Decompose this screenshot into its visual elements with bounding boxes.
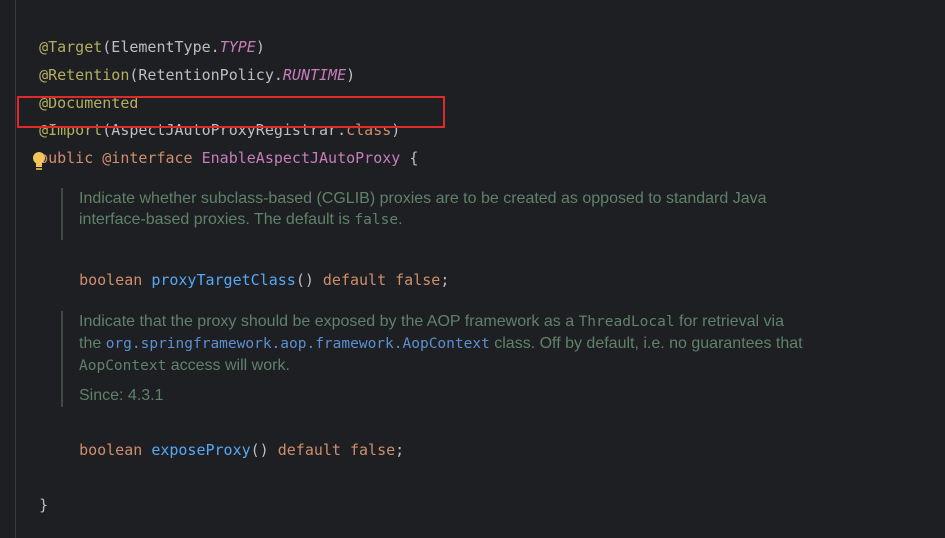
- public-keyword: public: [39, 149, 94, 167]
- method1-default-value: false: [395, 271, 441, 289]
- import-highlight-box: [17, 96, 445, 128]
- code-line-target[interactable]: @Target(ElementType.TYPE): [21, 17, 265, 56]
- lightbulb-icon[interactable]: [31, 151, 47, 173]
- method2-parens: (): [250, 441, 269, 459]
- code-line-interface-decl[interactable]: public @interface EnableAspectJAutoProxy…: [21, 128, 418, 167]
- doc2-text3: the: [79, 335, 106, 352]
- doc1-code-false: false: [354, 212, 399, 228]
- doc2-line1: Indicate that the proxy should be expose…: [79, 311, 803, 333]
- method1-return-type: boolean: [79, 271, 143, 289]
- javadoc-proxy-target-class: Indicate whether subclass-based (CGLIB) …: [61, 188, 767, 240]
- code-line-expose-proxy[interactable]: boolean exposeProxy() default false;: [61, 420, 404, 459]
- doc2-aopcontext-code: AopContext: [79, 358, 167, 374]
- doc2-text4: class. Off by default, i.e. no guarantee…: [489, 335, 803, 352]
- method2-return-type: boolean: [79, 441, 143, 459]
- method2-name: exposeProxy: [151, 441, 251, 459]
- doc1-line1: Indicate whether subclass-based (CGLIB) …: [79, 190, 767, 207]
- retention-close: ): [346, 66, 356, 84]
- doc2-since: Since: 4.3.1: [79, 385, 803, 406]
- method1-default-keyword: default: [322, 271, 387, 289]
- interface-keyword: @interface: [102, 149, 193, 167]
- method1-semicolon: ;: [440, 271, 450, 289]
- code-line-proxy-target-class[interactable]: boolean proxyTargetClass() default false…: [61, 250, 449, 289]
- doc1-text: interface-based proxies. The default is: [79, 211, 355, 228]
- doc2-text1: Indicate that the proxy should be expose…: [79, 313, 579, 330]
- doc1-period: .: [398, 211, 403, 228]
- editor-gutter-divider: [15, 0, 16, 538]
- since-label: Since:: [79, 387, 124, 404]
- doc2-text5: access will work.: [166, 357, 290, 374]
- since-value: 4.3.1: [127, 387, 164, 404]
- javadoc-expose-proxy: Indicate that the proxy should be expose…: [61, 311, 803, 407]
- doc2-text2: for retrieval via: [674, 313, 784, 330]
- code-line-close-brace[interactable]: }: [21, 475, 48, 514]
- interface-name: EnableAspectJAutoProxy: [201, 149, 401, 167]
- method1-parens: (): [295, 271, 314, 289]
- open-brace: {: [409, 149, 419, 167]
- code-line-documented[interactable]: @Documented: [21, 73, 138, 112]
- method1-name: proxyTargetClass: [151, 271, 296, 289]
- close-brace: }: [39, 496, 49, 514]
- method2-semicolon: ;: [395, 441, 405, 459]
- doc2-line3: AopContext access will work.: [79, 355, 803, 377]
- method2-default-keyword: default: [277, 441, 341, 459]
- doc1-line2: interface-based proxies. The default is …: [79, 209, 767, 231]
- code-line-retention[interactable]: @Retention(RetentionPolicy.RUNTIME): [21, 45, 355, 84]
- doc2-aopcontext-link[interactable]: org.springframework.aop.framework.AopCon…: [106, 336, 490, 352]
- retention-value: RUNTIME: [282, 66, 347, 84]
- retention-args: (RetentionPolicy.: [129, 66, 283, 84]
- method2-default-value: false: [350, 441, 396, 459]
- doc2-threadlocal: ThreadLocal: [578, 314, 675, 330]
- doc2-line2: the org.springframework.aop.framework.Ao…: [79, 333, 803, 355]
